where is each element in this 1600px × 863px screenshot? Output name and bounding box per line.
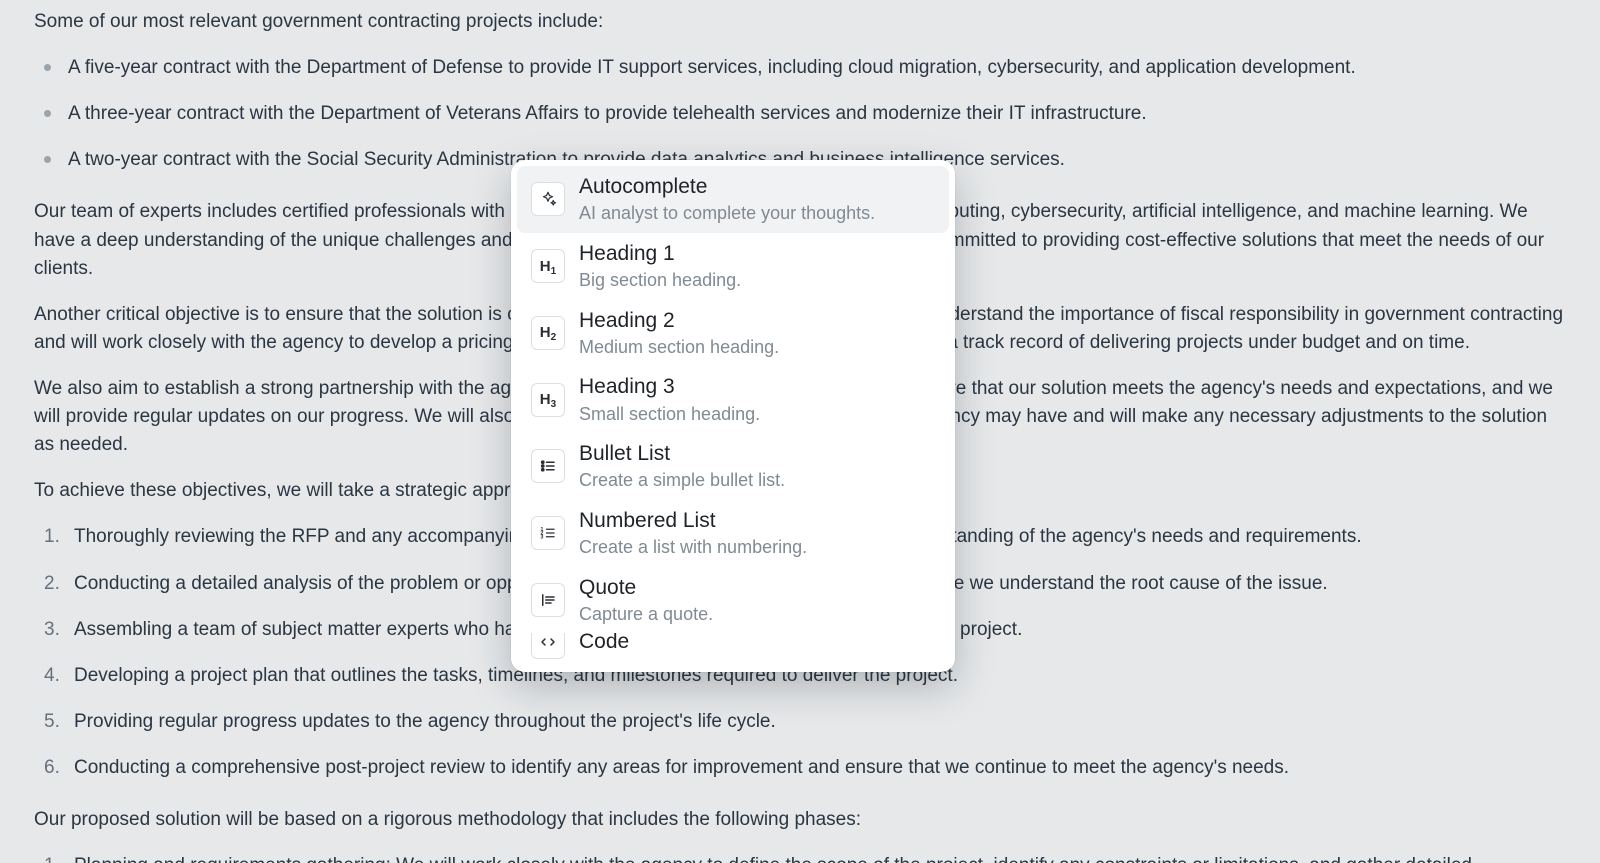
bullets-icon: [531, 449, 565, 483]
menu-item-title: Numbered List: [579, 508, 807, 534]
quote-icon: [531, 583, 565, 617]
numbers-icon: 123: [531, 516, 565, 550]
phases-numbered-list: Planning and requirements gathering: We …: [34, 852, 1566, 863]
paragraph: Our proposed solution will be based on a…: [34, 806, 1566, 834]
menu-item-description: Medium section heading.: [579, 336, 779, 359]
h1-icon: H1: [531, 249, 565, 283]
list-item: A three-year contract with the Departmen…: [44, 100, 1566, 128]
menu-item-title: Bullet List: [579, 441, 785, 467]
menu-item-code[interactable]: Code: [517, 633, 949, 661]
svg-text:3: 3: [541, 534, 544, 540]
menu-item-description: Small section heading.: [579, 403, 760, 426]
menu-item-description: Create a simple bullet list.: [579, 469, 785, 492]
menu-item-description: Create a list with numbering.: [579, 536, 807, 559]
code-icon: [531, 633, 565, 659]
menu-item-title: Heading 1: [579, 241, 741, 267]
menu-item-title: Heading 3: [579, 374, 760, 400]
menu-item-autocomplete[interactable]: AutocompleteAI analyst to complete your …: [517, 166, 949, 233]
menu-item-heading1[interactable]: H1 Heading 1Big section heading.: [517, 233, 949, 300]
menu-item-numbered-list[interactable]: 123 Numbered ListCreate a list with numbe…: [517, 500, 949, 567]
menu-item-description: AI analyst to complete your thoughts.: [579, 202, 875, 225]
menu-item-heading3[interactable]: H3 Heading 3 Small section heading.: [517, 366, 949, 433]
menu-item-quote[interactable]: QuoteCapture a quote.: [517, 567, 949, 634]
menu-item-description: Big section heading.: [579, 269, 741, 292]
menu-item-title: Quote: [579, 575, 713, 601]
menu-item-title: Code: [579, 633, 629, 655]
sparkle-icon: [531, 182, 565, 216]
list-item: Conducting a comprehensive post-project …: [44, 754, 1566, 782]
h3-icon: H3: [531, 383, 565, 417]
list-item: Planning and requirements gathering: We …: [44, 852, 1566, 863]
menu-item-title: Heading 2: [579, 308, 779, 334]
menu-item-heading2[interactable]: H2 Heading 2Medium section heading.: [517, 300, 949, 367]
h2-icon: H2: [531, 316, 565, 350]
menu-item-bullet-list[interactable]: Bullet ListCreate a simple bullet list.: [517, 433, 949, 500]
slash-command-menu[interactable]: AutocompleteAI analyst to complete your …: [511, 160, 955, 672]
intro-paragraph: Some of our most relevant government con…: [34, 8, 1566, 36]
list-item: Providing regular progress updates to th…: [44, 708, 1566, 736]
menu-item-description: Capture a quote.: [579, 603, 713, 626]
projects-bullet-list: A five-year contract with the Department…: [34, 54, 1566, 174]
menu-item-title: Autocomplete: [579, 174, 875, 200]
list-item: A five-year contract with the Department…: [44, 54, 1566, 82]
